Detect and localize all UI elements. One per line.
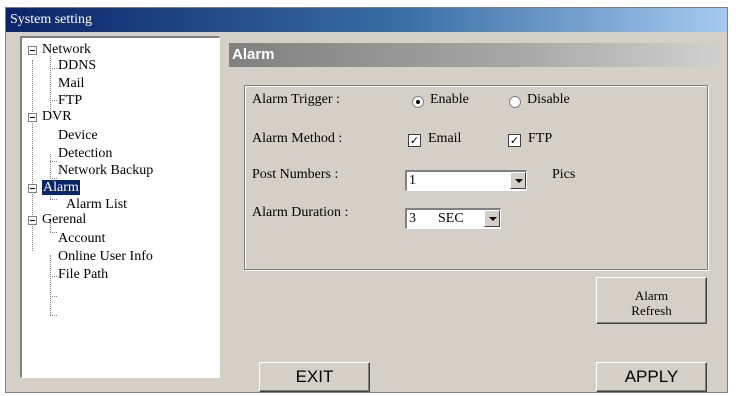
- tree-item-detection[interactable]: Detection: [58, 145, 112, 162]
- alarm-duration-unit: SEC: [438, 211, 464, 226]
- tree-line: [50, 68, 57, 69]
- tree-item-general[interactable]: Gerenal: [42, 211, 86, 228]
- alarm-duration-label: Alarm Duration :: [252, 205, 349, 220]
- exit-button[interactable]: EXIT: [259, 362, 370, 392]
- post-numbers-select[interactable]: 1: [405, 170, 527, 191]
- alarm-trigger-label: Alarm Trigger :: [252, 92, 340, 107]
- collapse-network-icon[interactable]: [28, 46, 37, 55]
- settings-tree[interactable]: Network DDNS Mail FTP DVR Device Detecti…: [20, 36, 220, 378]
- tree-line: [50, 232, 57, 233]
- tree-item-alarm[interactable]: Alarm: [42, 179, 80, 196]
- email-checkbox[interactable]: ✓: [408, 134, 421, 147]
- alarm-duration-value: 3: [409, 211, 416, 226]
- tree-line: [50, 276, 57, 277]
- tree-item-ftp[interactable]: FTP: [58, 92, 82, 109]
- tree-item-alarm-label: Alarm: [42, 180, 80, 195]
- tree-item-online-user-info[interactable]: Online User Info: [58, 248, 153, 265]
- tree-item-dvr[interactable]: DVR: [42, 108, 72, 125]
- tree-line: [50, 296, 57, 297]
- alarm-method-label: Alarm Method :: [252, 131, 343, 146]
- collapse-dvr-icon[interactable]: [28, 113, 37, 122]
- alarm-refresh-line1: Alarm: [634, 288, 669, 303]
- tree-line: [50, 100, 57, 101]
- tree-item-network-backup[interactable]: Network Backup: [58, 162, 153, 179]
- tree-item-account[interactable]: Account: [58, 230, 105, 247]
- tree-line: [50, 255, 51, 315]
- tree-item-ddns[interactable]: DDNS: [58, 57, 96, 74]
- tree-item-device[interactable]: Device: [58, 127, 98, 144]
- post-numbers-unit: Pics: [552, 167, 576, 182]
- alarm-refresh-line2: Refresh: [631, 303, 672, 318]
- collapse-general-icon[interactable]: [28, 216, 37, 225]
- alarm-refresh-button[interactable]: Alarm Refresh: [596, 277, 707, 324]
- apply-button[interactable]: APPLY: [596, 362, 707, 392]
- trigger-enable-radio[interactable]: [412, 96, 424, 108]
- tree-line: [50, 161, 57, 162]
- panel-header: Alarm: [229, 43, 719, 67]
- tree-line: [50, 315, 57, 316]
- trigger-disable-label[interactable]: Disable: [527, 92, 570, 108]
- tree-item-file-path[interactable]: File Path: [58, 266, 108, 283]
- ftp-checkbox[interactable]: ✓: [508, 134, 521, 147]
- chevron-down-icon[interactable]: [510, 172, 526, 189]
- alarm-duration-select[interactable]: 3 SEC: [405, 208, 501, 229]
- tree-line: [50, 199, 57, 200]
- tree-line: [32, 148, 33, 251]
- tree-item-mail[interactable]: Mail: [58, 75, 84, 92]
- trigger-disable-radio[interactable]: [509, 96, 521, 108]
- ftp-checkbox-label[interactable]: FTP: [528, 131, 552, 147]
- window-title: System setting: [6, 8, 727, 32]
- trigger-enable-label[interactable]: Enable: [430, 92, 469, 108]
- post-numbers-label: Post Numbers :: [252, 167, 339, 182]
- tree-line: [32, 60, 33, 148]
- chevron-down-icon[interactable]: [484, 210, 500, 227]
- post-numbers-value: 1: [409, 173, 416, 188]
- collapse-alarm-icon[interactable]: [28, 184, 37, 193]
- tree-item-network[interactable]: Network: [42, 41, 91, 58]
- email-checkbox-label[interactable]: Email: [428, 131, 461, 147]
